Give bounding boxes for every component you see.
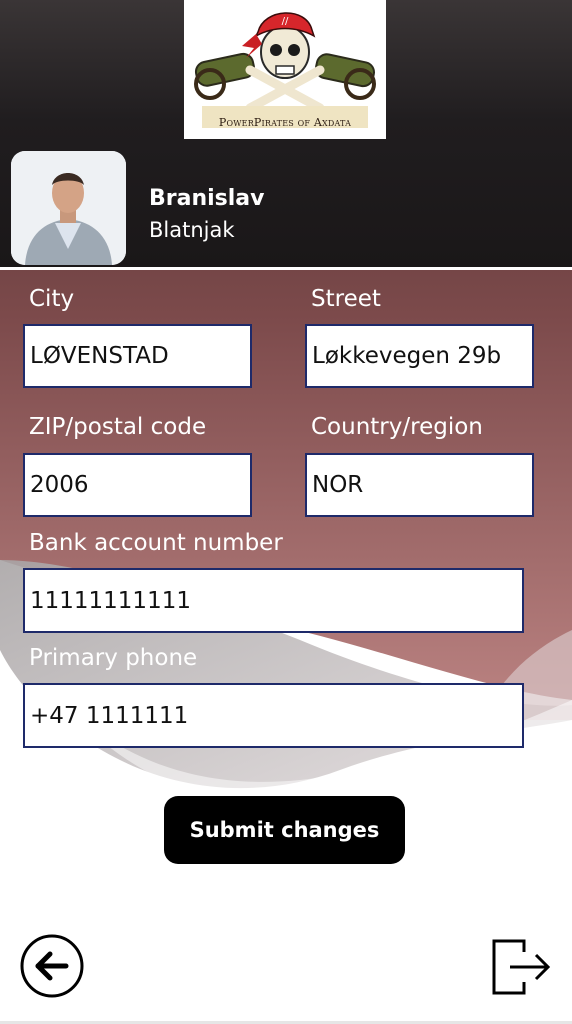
country-input[interactable]: NOR (305, 453, 534, 517)
logo-caption: PowerPirates of Axdata (218, 116, 352, 129)
user-last-name: Blatnjak (149, 218, 235, 242)
svg-text://: // (282, 16, 289, 27)
primary-phone-input[interactable]: +47 1111111 (23, 683, 524, 748)
street-input[interactable]: Løkkevegen 29b (305, 324, 534, 388)
country-label: Country/region (311, 414, 483, 440)
bank-account-label: Bank account number (29, 530, 283, 556)
logout-button[interactable] (490, 938, 552, 996)
sign-out-icon (492, 939, 551, 995)
primary-phone-label: Primary phone (29, 645, 198, 671)
arrow-left-circle-icon (20, 934, 84, 998)
zip-label: ZIP/postal code (29, 414, 207, 440)
company-logo: // PowerPirates of Axdata (184, 0, 386, 139)
user-first-name: Branislav (149, 186, 265, 211)
city-label: City (29, 286, 75, 312)
city-input[interactable]: LØVENSTAD (23, 324, 252, 388)
street-label: Street (311, 286, 381, 312)
submit-changes-button[interactable]: Submit changes (164, 796, 405, 864)
zip-input[interactable]: 2006 (23, 453, 252, 517)
user-photo (11, 151, 126, 265)
avatar (11, 151, 126, 265)
bank-account-input[interactable]: 11111111111 (23, 568, 524, 633)
back-button[interactable] (20, 934, 84, 998)
header-divider (0, 267, 572, 270)
